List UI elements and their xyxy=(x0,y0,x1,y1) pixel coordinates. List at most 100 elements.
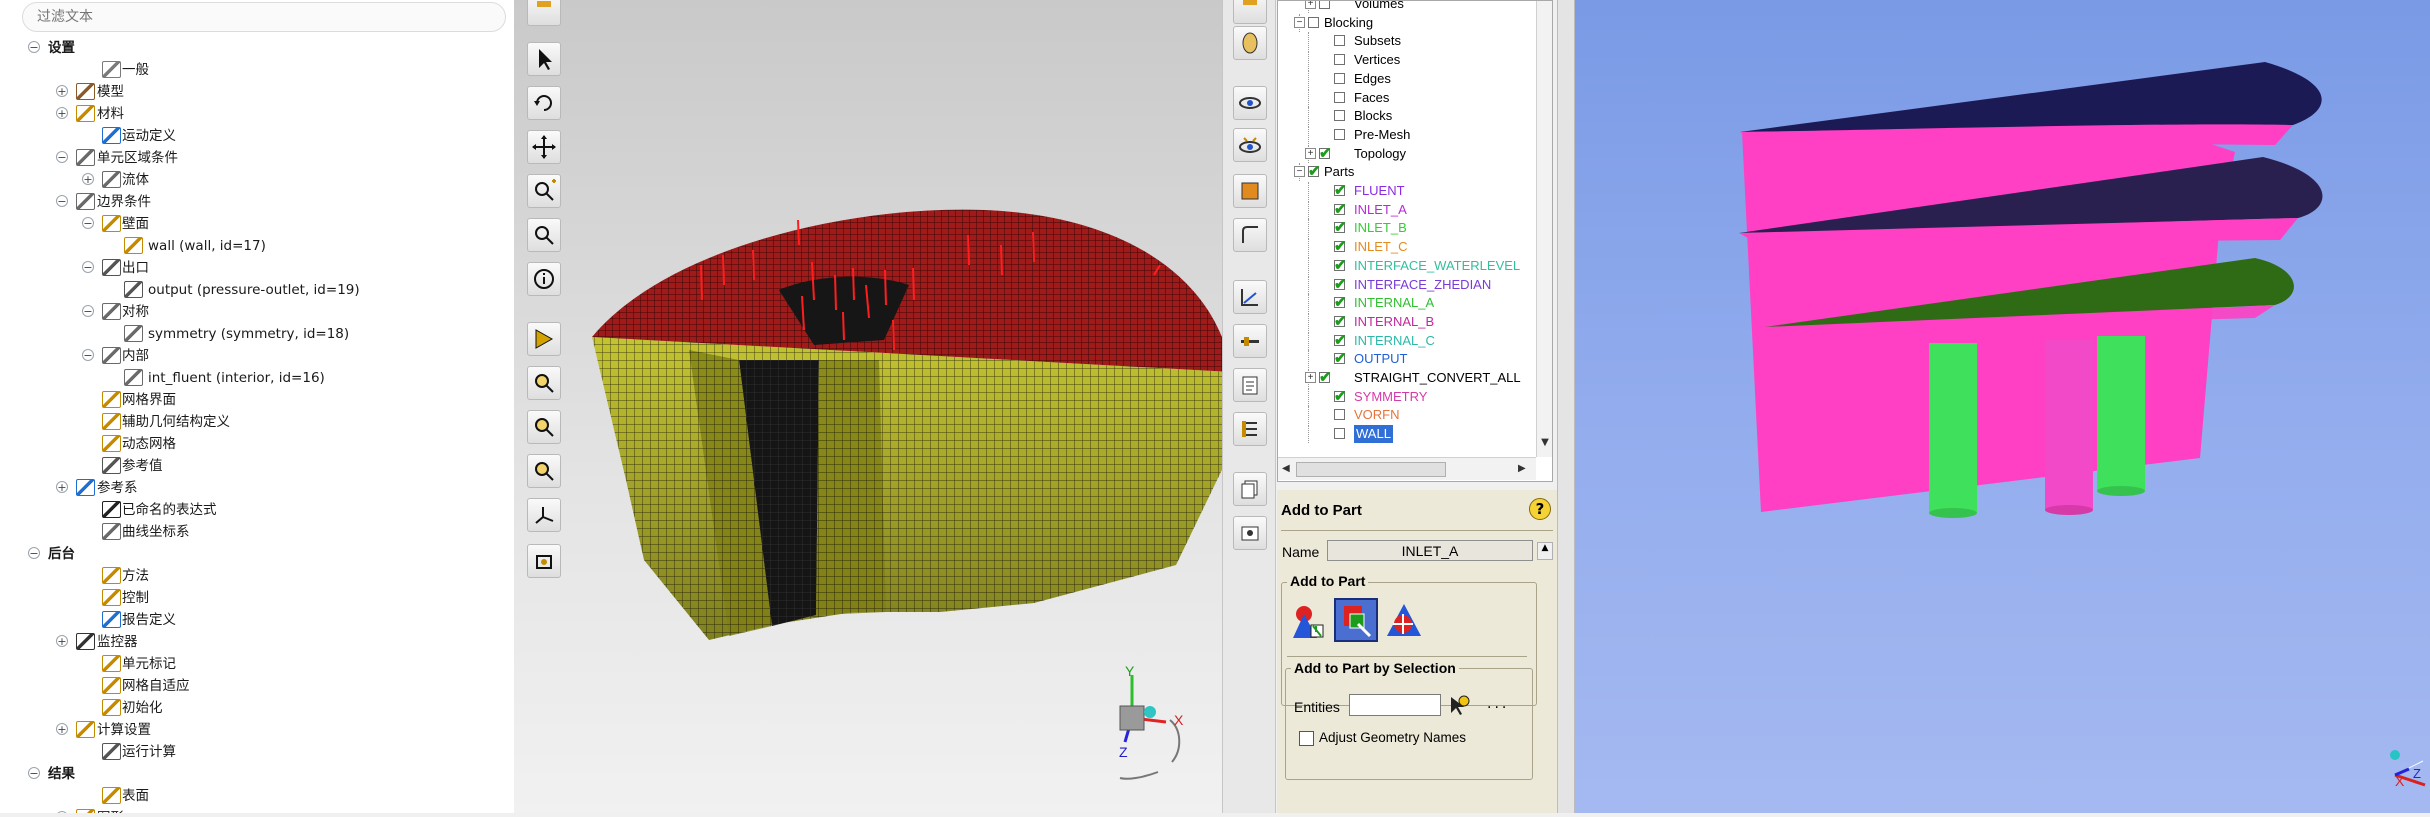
outline-row[interactable]: 表面 xyxy=(0,786,510,806)
view-eye-button[interactable] xyxy=(1233,86,1267,120)
collapse-icon[interactable]: − xyxy=(28,41,40,53)
visibility-checkbox[interactable]: ✔ xyxy=(1334,388,1347,405)
visibility-checkbox[interactable] xyxy=(1334,409,1345,421)
collapse-icon[interactable]: − xyxy=(56,151,68,163)
part-name-input[interactable] xyxy=(1327,540,1533,561)
create-part-by-selection-button[interactable] xyxy=(1334,598,1378,642)
icem-tree-row[interactable]: ✔ SYMMETRY xyxy=(1278,387,1536,406)
expand-icon[interactable]: + xyxy=(1305,1,1316,9)
tree-vertical-scrollbar[interactable]: ▼ xyxy=(1536,1,1552,457)
expand-icon[interactable]: + xyxy=(1305,372,1316,383)
zoom-out-button[interactable] xyxy=(527,454,561,488)
outline-row[interactable]: 报告定义 xyxy=(0,610,510,630)
outline-row[interactable]: 网格自适应 xyxy=(0,676,510,696)
select-entities-icon[interactable] xyxy=(1447,693,1471,717)
visibility-checkbox[interactable]: ✔ xyxy=(1334,294,1347,311)
icem-tree-row[interactable]: ✔ INTERFACE_WATERLEVEL xyxy=(1278,256,1536,275)
panel-splitter[interactable] xyxy=(1557,0,1575,813)
visibility-checkbox[interactable]: ✔ xyxy=(1334,350,1347,367)
outline-row[interactable]: 已命名的表达式 xyxy=(0,500,510,520)
expand-icon[interactable]: + xyxy=(56,107,68,119)
visibility-checkbox[interactable] xyxy=(1334,128,1345,140)
collapse-icon[interactable]: − xyxy=(28,547,40,559)
collapse-icon[interactable]: − xyxy=(82,261,94,273)
visibility-checkbox[interactable] xyxy=(1319,1,1330,9)
outline-row[interactable]: 运行计算 xyxy=(0,742,510,762)
graphics-viewport-mesh[interactable]: Y X Z xyxy=(514,0,1270,813)
visibility-checkbox[interactable]: ✔ xyxy=(1334,257,1347,274)
outline-row[interactable]: + 流体 xyxy=(0,170,510,190)
entities-input[interactable] xyxy=(1349,694,1441,716)
outline-row[interactable]: int_fluent (interior, id=16) xyxy=(0,368,510,388)
camera-button[interactable] xyxy=(527,544,561,578)
horizontal-scroll-thumb[interactable] xyxy=(1296,462,1446,477)
solid-view-button[interactable] xyxy=(1233,174,1267,208)
outline-row[interactable]: 动态网格 xyxy=(0,434,510,454)
curve-tool-button[interactable] xyxy=(1233,218,1267,252)
outline-row[interactable]: − 出口 xyxy=(0,258,510,278)
icem-tree-row[interactable]: ✔ OUTPUT xyxy=(1278,350,1536,369)
geometry-egg-button[interactable] xyxy=(1233,26,1267,60)
icem-tree-row[interactable]: Subsets xyxy=(1278,32,1536,51)
more-options-button[interactable]: ... xyxy=(1487,696,1509,712)
collapse-icon[interactable]: − xyxy=(1294,16,1305,28)
outline-row[interactable]: 网格界面 xyxy=(0,390,510,410)
visibility-checkbox[interactable]: ✔ xyxy=(1334,238,1347,255)
icem-tree-row[interactable]: − Blocking xyxy=(1278,13,1536,32)
visibility-checkbox[interactable]: ✔ xyxy=(1334,182,1347,199)
visibility-checkbox[interactable]: ✔ xyxy=(1334,201,1347,218)
icem-tree-row[interactable]: − ✔ Parts xyxy=(1278,163,1536,182)
outline-row[interactable]: 运动定义 xyxy=(0,126,510,146)
visibility-checkbox[interactable] xyxy=(1334,35,1345,47)
pencil-tool-button[interactable] xyxy=(527,0,561,26)
list-button[interactable] xyxy=(1233,412,1267,446)
visibility-checkbox[interactable] xyxy=(1308,16,1319,28)
collapse-icon[interactable]: − xyxy=(82,217,94,229)
expand-icon[interactable]: + xyxy=(82,173,94,185)
expand-icon[interactable]: + xyxy=(56,85,68,97)
outline-row[interactable]: symmetry (symmetry, id=18) xyxy=(0,324,510,344)
visibility-checkbox[interactable] xyxy=(1334,54,1345,66)
outline-row[interactable]: − 单元区域条件 xyxy=(0,148,510,168)
zoom-box-button[interactable] xyxy=(527,218,561,252)
visibility-checkbox[interactable] xyxy=(1334,72,1345,84)
icem-tree-row[interactable]: ✔ INLET_C xyxy=(1278,238,1536,257)
icem-tree-row[interactable]: ✔ INTERNAL_C xyxy=(1278,331,1536,350)
collapse-icon[interactable]: − xyxy=(82,349,94,361)
outline-row[interactable]: 控制 xyxy=(0,588,510,608)
view-eye-alt-button[interactable] xyxy=(1233,128,1267,162)
visibility-checkbox[interactable] xyxy=(1334,91,1345,103)
help-icon[interactable]: ? xyxy=(1529,498,1551,520)
visibility-checkbox[interactable]: ✔ xyxy=(1334,219,1347,236)
axes-view-button[interactable] xyxy=(527,498,561,532)
outline-row[interactable]: − 对称 xyxy=(0,302,510,322)
expand-icon[interactable]: + xyxy=(56,481,68,493)
collapse-icon[interactable]: − xyxy=(1294,166,1305,178)
pan-button[interactable] xyxy=(527,130,561,164)
outline-row[interactable]: 初始化 xyxy=(0,698,510,718)
outline-row[interactable]: output (pressure-outlet, id=19) xyxy=(0,280,510,300)
visibility-checkbox[interactable]: ✔ xyxy=(1334,332,1347,349)
outline-row[interactable]: + 材料 xyxy=(0,104,510,124)
visibility-checkbox[interactable]: ✔ xyxy=(1334,276,1347,293)
tree-horizontal-scrollbar[interactable]: ◀ ▶ xyxy=(1278,457,1536,480)
create-part-by-body-button[interactable] xyxy=(1383,600,1425,642)
outline-row[interactable]: − 设置 xyxy=(0,38,510,58)
outline-row[interactable]: +图形 xyxy=(0,808,510,813)
expand-icon[interactable]: + xyxy=(56,635,68,647)
icem-tree-row[interactable]: VORFN xyxy=(1278,406,1536,425)
rotate-button[interactable] xyxy=(527,86,561,120)
snapshot-button[interactable] xyxy=(1233,516,1267,550)
icem-tree-row[interactable]: WALL xyxy=(1278,425,1536,444)
outline-row[interactable]: − 结果 xyxy=(0,764,510,784)
notes-button[interactable] xyxy=(1233,368,1267,402)
visibility-checkbox[interactable]: ✔ xyxy=(1319,369,1332,386)
outline-row[interactable]: + 参考系 xyxy=(0,478,510,498)
outline-row[interactable]: − 壁面 xyxy=(0,214,510,234)
icem-tree-row[interactable]: ✔ INTERNAL_B xyxy=(1278,312,1536,331)
slider-tool-button[interactable] xyxy=(1233,324,1267,358)
outline-row[interactable]: − 后台 xyxy=(0,544,510,564)
visibility-checkbox[interactable] xyxy=(1334,110,1345,122)
edit-tool-button[interactable] xyxy=(1233,0,1267,24)
zoom-fit-button[interactable] xyxy=(527,366,561,400)
